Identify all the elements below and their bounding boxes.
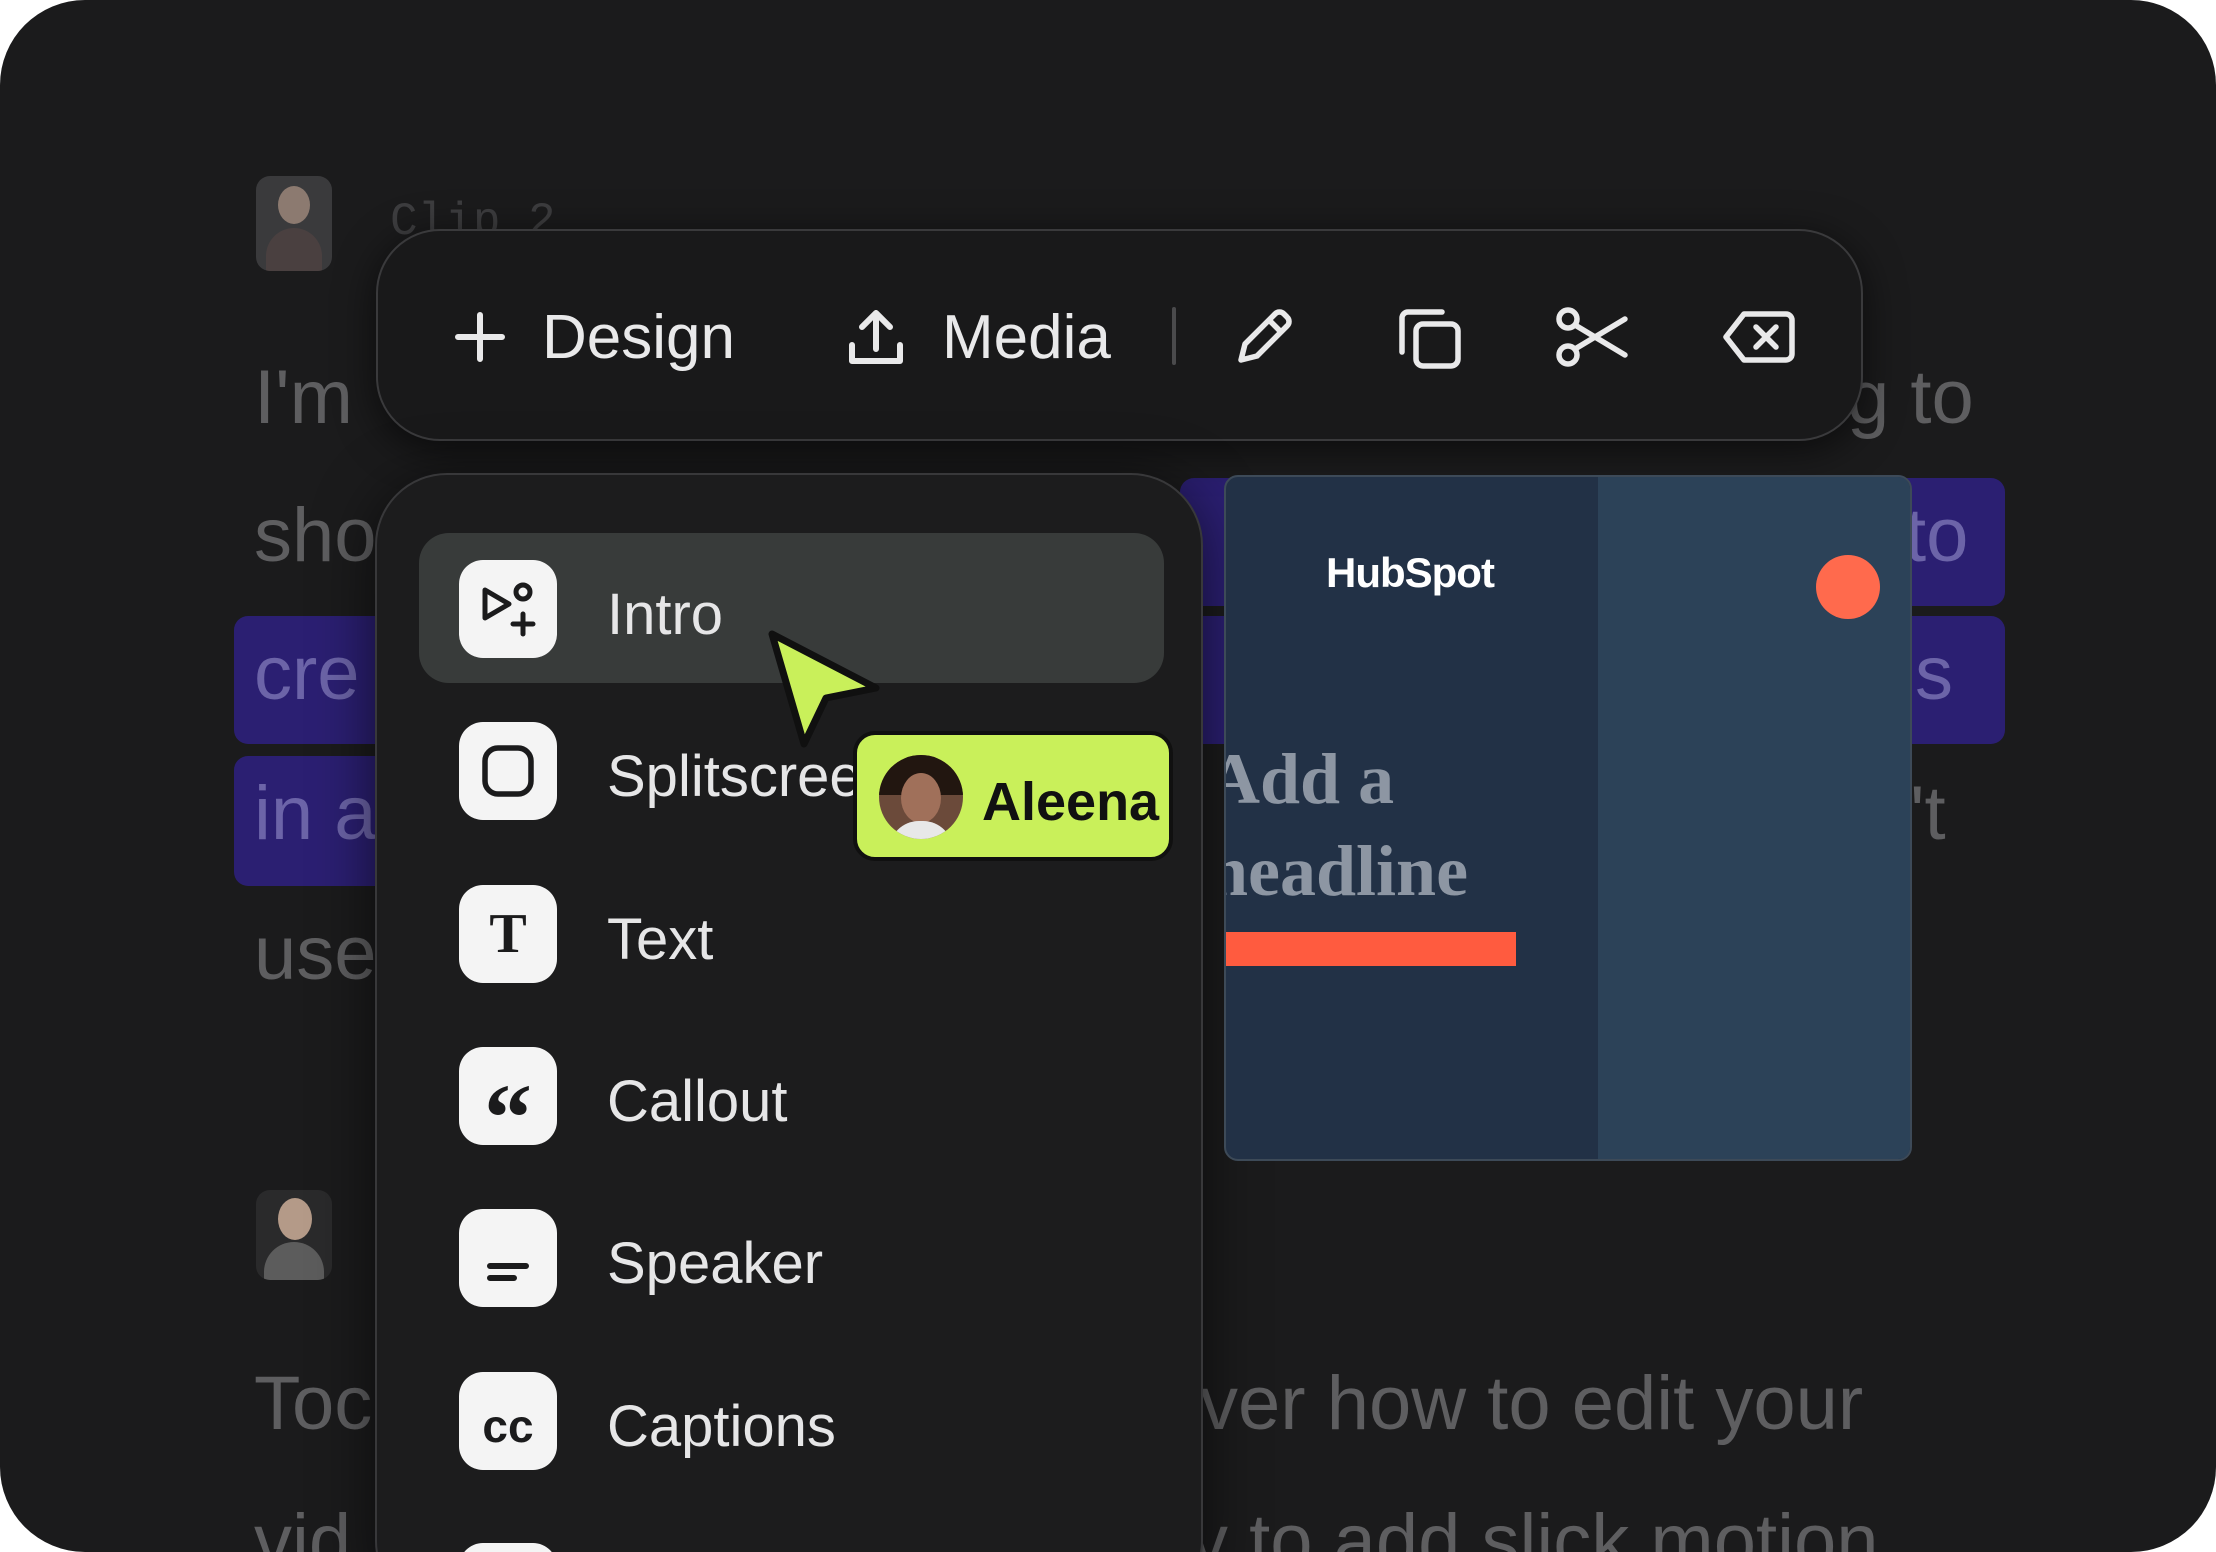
- scissors-icon: [1556, 307, 1628, 367]
- menu-item-captions[interactable]: cc Captions: [419, 1345, 1164, 1495]
- duplicate-button[interactable]: [1394, 231, 1464, 443]
- app-frame: Clip 2 I'm g to sho to cre s in a 't use…: [0, 0, 2216, 1552]
- splitscreen-icon: [459, 722, 557, 820]
- design-button[interactable]: Design: [452, 231, 735, 443]
- captions-icon: cc: [459, 1372, 557, 1470]
- text-icon: T: [459, 885, 557, 983]
- cut-button[interactable]: [1554, 231, 1630, 443]
- media-label: Media: [942, 302, 1111, 372]
- quote-icon: “: [459, 1047, 557, 1166]
- plus-icon: [455, 312, 505, 362]
- menu-item-label: Callout: [607, 1069, 788, 1134]
- menu-item-callout[interactable]: “ Callout: [419, 1020, 1164, 1170]
- media-button[interactable]: Media: [846, 231, 1111, 443]
- accent-dot: [1816, 555, 1880, 619]
- edit-button[interactable]: [1231, 231, 1297, 443]
- duplicate-icon: [1399, 309, 1461, 369]
- pencil-icon: [1238, 309, 1292, 363]
- preview-headline: Add a headline: [1224, 739, 1469, 911]
- accent-bar: [1226, 932, 1516, 966]
- delete-button[interactable]: [1722, 231, 1796, 443]
- menu-item-icon: [459, 1543, 557, 1552]
- hubspot-logo: HubSpot: [1326, 549, 1495, 596]
- speaker-icon: [459, 1209, 557, 1307]
- toolbar-divider: [1172, 307, 1176, 365]
- clip-avatar: [256, 176, 332, 271]
- collaborator-name: Aleena: [982, 772, 1160, 832]
- design-label: Design: [542, 302, 735, 372]
- backspace-icon: [1723, 311, 1795, 363]
- intro-template-preview[interactable]: HubSpot Add a headline: [1224, 475, 1912, 1161]
- avatar: [879, 755, 963, 839]
- menu-item-text[interactable]: T Text: [419, 858, 1164, 1008]
- clip-avatar: [256, 1190, 332, 1280]
- upload-icon: [849, 310, 903, 364]
- menu-item-label: Text: [607, 907, 714, 972]
- floating-toolbar: Design Media: [376, 229, 1863, 441]
- menu-item[interactable]: [419, 1535, 1164, 1552]
- menu-item-label: Speaker: [607, 1231, 824, 1296]
- menu-item-speaker[interactable]: Speaker: [419, 1182, 1164, 1332]
- menu-item-label: Intro: [607, 582, 724, 647]
- collaborator-tag: Aleena: [853, 731, 1173, 861]
- intro-icon: [459, 560, 557, 658]
- menu-item-label: Captions: [607, 1394, 836, 1459]
